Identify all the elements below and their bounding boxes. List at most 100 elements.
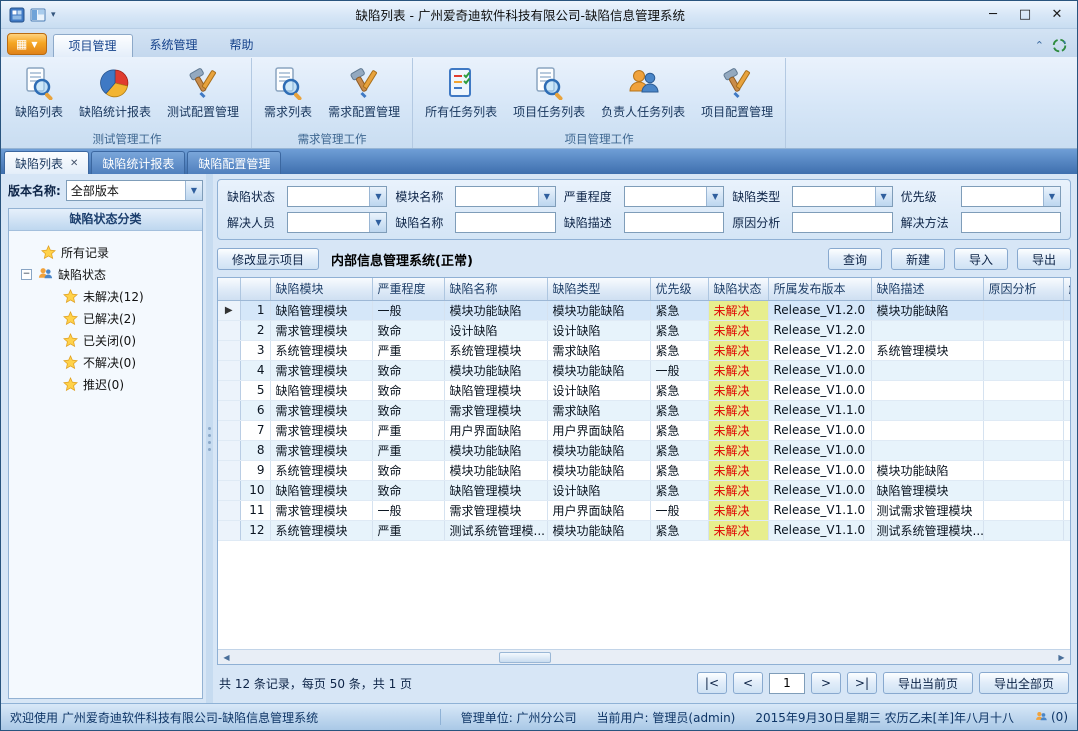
table-cell: 需求管理模块 bbox=[270, 420, 372, 440]
table-cell: 设计缺陷 bbox=[547, 380, 650, 400]
defect-list-button[interactable]: 缺陷列表 bbox=[8, 61, 70, 131]
chevron-down-icon[interactable]: ▼ bbox=[369, 187, 386, 206]
project-config-management-button[interactable]: 项目配置管理 bbox=[694, 61, 780, 131]
table-cell: 需求管理模块 bbox=[444, 500, 547, 520]
table-row[interactable]: 9系统管理模块致命模块功能缺陷模块功能缺陷紧急未解决Release_V1.0.0… bbox=[218, 460, 1070, 480]
column-header[interactable]: 优先级 bbox=[650, 278, 708, 300]
version-combo[interactable]: 全部版本 ▼ bbox=[66, 180, 203, 201]
table-cell bbox=[1063, 520, 1070, 540]
chevron-down-icon[interactable]: ▼ bbox=[1043, 187, 1060, 206]
filter-solution-input[interactable] bbox=[961, 212, 1061, 233]
next-page-button[interactable]: > bbox=[811, 672, 841, 694]
chevron-down-icon[interactable]: ▼ bbox=[706, 187, 723, 206]
filter-module-name-combo[interactable]: ▼ bbox=[455, 186, 555, 207]
table-row[interactable]: 4需求管理模块致命模块功能缺陷模块功能缺陷一般未解决Release_V1.0.0 bbox=[218, 360, 1070, 380]
table-row[interactable]: 8需求管理模块严重模块功能缺陷模块功能缺陷紧急未解决Release_V1.0.0 bbox=[218, 440, 1070, 460]
column-header[interactable]: 解决方法 bbox=[1063, 278, 1070, 300]
chevron-down-icon[interactable]: ▼ bbox=[538, 187, 555, 206]
first-page-button[interactable]: |< bbox=[697, 672, 727, 694]
ribbon-tab-help[interactable]: 帮助 bbox=[215, 34, 269, 57]
export-button[interactable]: 导出 bbox=[1017, 248, 1071, 270]
export-current-page-button[interactable]: 导出当前页 bbox=[883, 672, 973, 694]
tree-item-postponed[interactable]: 推迟(0) bbox=[11, 373, 200, 395]
tree-item-wont-fix[interactable]: 不解决(0) bbox=[11, 351, 200, 373]
page-number-input[interactable] bbox=[769, 673, 805, 694]
scroll-left-icon[interactable]: ◀ bbox=[220, 653, 233, 662]
table-row[interactable]: ▶1缺陷管理模块一般模块功能缺陷模块功能缺陷紧急未解决Release_V1.2.… bbox=[218, 300, 1070, 320]
table-row[interactable]: 10缺陷管理模块致命缺陷管理模块设计缺陷紧急未解决Release_V1.0.0缺… bbox=[218, 480, 1070, 500]
column-header[interactable]: 所属发布版本 bbox=[768, 278, 871, 300]
filter-cause-analysis-input[interactable] bbox=[792, 212, 892, 233]
import-button[interactable]: 导入 bbox=[954, 248, 1008, 270]
chevron-down-icon[interactable]: ▼ bbox=[185, 181, 202, 200]
maximize-button[interactable]: □ bbox=[1009, 2, 1041, 28]
column-header[interactable]: 缺陷描述 bbox=[871, 278, 983, 300]
column-header[interactable]: 缺陷状态 bbox=[708, 278, 768, 300]
scrollbar-thumb[interactable] bbox=[499, 652, 551, 663]
filter-defect-type-combo[interactable]: ▼ bbox=[792, 186, 892, 207]
filter-resolver-combo[interactable]: ▼ bbox=[287, 212, 387, 233]
export-all-pages-button[interactable]: 导出全部页 bbox=[979, 672, 1069, 694]
filter-defect-desc-input[interactable] bbox=[624, 212, 724, 233]
tree-item-all-records[interactable]: 所有记录 bbox=[11, 241, 200, 263]
table-cell: 需求管理模块 bbox=[270, 320, 372, 340]
column-header[interactable]: 缺陷名称 bbox=[444, 278, 547, 300]
owner-tasks-list-button[interactable]: 负责人任务列表 bbox=[594, 61, 692, 131]
project-tasks-list-button[interactable]: 项目任务列表 bbox=[506, 61, 592, 131]
requirement-list-button[interactable]: 需求列表 bbox=[257, 61, 319, 131]
table-row[interactable]: 7需求管理模块严重用户界面缺陷用户界面缺陷紧急未解决Release_V1.0.0 bbox=[218, 420, 1070, 440]
table-row[interactable]: 5缺陷管理模块致命缺陷管理模块设计缺陷紧急未解决Release_V1.0.0 bbox=[218, 380, 1070, 400]
tree-item-resolved[interactable]: 已解决(2) bbox=[11, 307, 200, 329]
tree-item-closed[interactable]: 已关闭(0) bbox=[11, 329, 200, 351]
doc-tab-defect-list[interactable]: 缺陷列表✕ bbox=[4, 151, 89, 174]
minimize-button[interactable]: ─ bbox=[977, 2, 1009, 28]
tree-item-label: 已关闭(0) bbox=[83, 332, 136, 349]
close-button[interactable]: ✕ bbox=[1041, 2, 1073, 28]
qat-dropdown-icon[interactable]: ▾ bbox=[51, 10, 56, 20]
requirement-config-management-button[interactable]: 需求配置管理 bbox=[321, 61, 407, 131]
chevron-down-icon[interactable]: ▼ bbox=[369, 213, 386, 232]
test-config-management-button[interactable]: 测试配置管理 bbox=[160, 61, 246, 131]
modify-columns-button[interactable]: 修改显示项目 bbox=[217, 248, 319, 270]
tree-item-unresolved[interactable]: 未解决(12) bbox=[11, 285, 200, 307]
all-tasks-list-button[interactable]: 所有任务列表 bbox=[418, 61, 504, 131]
current-row-indicator: ▶ bbox=[218, 300, 240, 320]
prev-page-button[interactable]: < bbox=[733, 672, 763, 694]
row-number-cell: 7 bbox=[240, 420, 270, 440]
ribbon-button-label: 测试配置管理 bbox=[167, 103, 239, 120]
splitter-handle[interactable] bbox=[206, 174, 213, 703]
tree-item-defect-status[interactable]: −缺陷状态 bbox=[11, 263, 200, 285]
chevron-down-icon[interactable]: ▼ bbox=[875, 187, 892, 206]
table-row[interactable]: 6需求管理模块致命需求管理模块需求缺陷紧急未解决Release_V1.1.0 bbox=[218, 400, 1070, 420]
doc-tab-defect-config-management[interactable]: 缺陷配置管理 bbox=[187, 151, 281, 174]
collapse-ribbon-icon[interactable]: ⌃ bbox=[1035, 39, 1044, 52]
scroll-right-icon[interactable]: ▶ bbox=[1055, 653, 1068, 662]
column-header[interactable]: 缺陷类型 bbox=[547, 278, 650, 300]
table-cell: 设计缺陷 bbox=[547, 320, 650, 340]
filter-defect-status-combo[interactable]: ▼ bbox=[287, 186, 387, 207]
table-row[interactable]: 12系统管理模块严重测试系统管理模...模块功能缺陷紧急未解决Release_V… bbox=[218, 520, 1070, 540]
close-tab-icon[interactable]: ✕ bbox=[70, 158, 78, 169]
column-header[interactable]: 缺陷模块 bbox=[270, 278, 372, 300]
horizontal-scrollbar[interactable]: ◀ ▶ bbox=[218, 649, 1070, 664]
new-button[interactable]: 新建 bbox=[891, 248, 945, 270]
filter-priority-combo[interactable]: ▼ bbox=[961, 186, 1061, 207]
filter-severity-combo[interactable]: ▼ bbox=[624, 186, 724, 207]
refresh-icon[interactable] bbox=[1052, 38, 1067, 53]
doc-tab-defect-stats-report[interactable]: 缺陷统计报表 bbox=[91, 151, 185, 174]
ribbon-tab-project-management[interactable]: 项目管理 bbox=[53, 34, 133, 57]
layout-icon[interactable] bbox=[30, 7, 46, 23]
application-menu-button[interactable]: ▦ ▼ bbox=[7, 33, 47, 55]
filter-defect-name-input[interactable] bbox=[455, 212, 555, 233]
defect-stats-report-button[interactable]: 缺陷统计报表 bbox=[72, 61, 158, 131]
table-row[interactable]: 3系统管理模块严重系统管理模块需求缺陷紧急未解决Release_V1.2.0系统… bbox=[218, 340, 1070, 360]
table-row[interactable]: 2需求管理模块致命设计缺陷设计缺陷紧急未解决Release_V1.2.0 bbox=[218, 320, 1070, 340]
last-page-button[interactable]: >| bbox=[847, 672, 877, 694]
search-button[interactable]: 查询 bbox=[828, 248, 882, 270]
column-header[interactable]: 原因分析 bbox=[983, 278, 1063, 300]
column-header[interactable]: 严重程度 bbox=[372, 278, 444, 300]
table-cell: 紧急 bbox=[650, 440, 708, 460]
table-row[interactable]: 11需求管理模块一般需求管理模块用户界面缺陷一般未解决Release_V1.1.… bbox=[218, 500, 1070, 520]
ribbon-tab-system-management[interactable]: 系统管理 bbox=[135, 34, 213, 57]
tree-collapse-icon[interactable]: − bbox=[21, 269, 32, 280]
